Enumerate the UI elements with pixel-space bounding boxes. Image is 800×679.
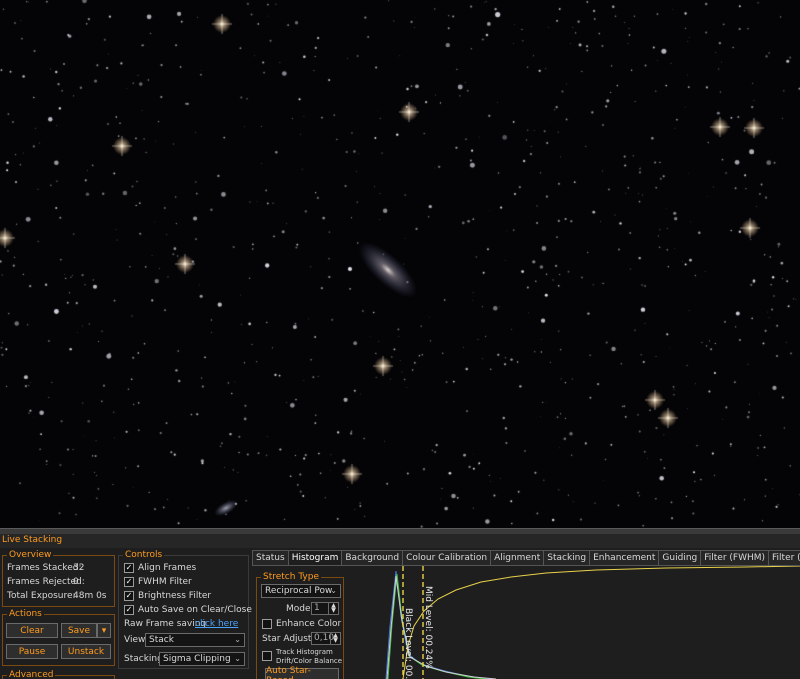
- enhance-color-label: Enhance Color: [276, 619, 342, 629]
- track-histogram-line2: Drift/Color Balance: [276, 657, 343, 665]
- tab-background[interactable]: Background: [341, 550, 404, 565]
- view-label: View: [124, 635, 146, 645]
- enhance-color-checkbox[interactable]: [262, 619, 272, 629]
- advanced-title[interactable]: Advanced: [7, 669, 56, 679]
- clear-button[interactable]: Clear: [6, 623, 58, 638]
- star-adjust-stepper[interactable]: 0,10 ▲ ▼: [311, 632, 341, 645]
- frames-stacked-label: Frames Stacked:: [7, 563, 82, 573]
- tab-histogram[interactable]: Histogram: [287, 550, 343, 566]
- stacked-image-view[interactable]: [0, 0, 800, 528]
- track-histogram-label: Track Histogram Drift/Color Balance: [276, 648, 342, 666]
- chevron-down-icon: ▾: [101, 625, 107, 636]
- stretch-type-value: Reciprocal Pow: [265, 586, 333, 596]
- tab-status[interactable]: Status: [252, 550, 289, 565]
- frames-rejected-value: 0: [73, 577, 79, 587]
- actions-title: Actions: [7, 608, 44, 620]
- auto-save-label: Auto Save on Clear/Close: [138, 605, 252, 615]
- mode-stepper[interactable]: 1 ▲ ▼: [311, 602, 339, 615]
- track-histogram-checkbox[interactable]: [262, 651, 272, 661]
- align-frames-checkbox[interactable]: ✓: [124, 563, 134, 573]
- tab-enhancement[interactable]: Enhancement: [589, 550, 660, 565]
- panel-title: Live Stacking: [2, 535, 63, 545]
- fwhm-filter-label: FWHM Filter: [138, 577, 192, 587]
- tab-strip: Status Histogram Background Colour Calibrat…: [252, 550, 800, 566]
- live-stacking-panel: Live Stacking Overview Frames Stacked: 3…: [0, 534, 800, 679]
- black-level-label: Black Level: 00.10: [403, 608, 413, 679]
- histogram-blue-curve: [385, 570, 492, 679]
- overview-title: Overview: [7, 549, 54, 561]
- stretch-type-group: Stretch Type Reciprocal Pow ⌄ Mode 1 ▲ ▼ …: [256, 571, 344, 679]
- save-dropdown-button[interactable]: ▾: [97, 623, 111, 638]
- brightness-filter-label: Brightness Filter: [138, 591, 212, 601]
- brightness-filter-checkbox[interactable]: ✓: [124, 591, 134, 601]
- panel-titlebar: Live Stacking: [0, 534, 800, 548]
- controls-title: Controls: [123, 549, 165, 561]
- total-exposure-label: Total Exposure:: [7, 591, 76, 601]
- auto-star-based-button[interactable]: Auto Star-Based: [265, 666, 339, 679]
- tab-alignment[interactable]: Alignment: [490, 550, 545, 565]
- histogram-plot[interactable]: Black Level: 00.10 Mid Level: 00.24%: [346, 566, 800, 679]
- frames-stacked-value: 32: [73, 563, 85, 573]
- stretch-type-select[interactable]: Reciprocal Pow ⌄: [261, 584, 341, 598]
- unstack-button[interactable]: Unstack: [61, 644, 111, 659]
- controls-group: Controls ✓ Align Frames ✓ FWHM Filter ✓ …: [118, 549, 252, 669]
- view-select-value: Stack: [149, 635, 174, 645]
- track-histogram-line1: Track Histogram: [276, 648, 333, 656]
- tab-stacking[interactable]: Stacking: [543, 550, 591, 565]
- stacking-select[interactable]: Sigma Clipping ⌄: [159, 652, 245, 666]
- stacking-select-value: Sigma Clipping: [163, 654, 231, 664]
- raw-frame-link[interactable]: click here: [195, 618, 238, 630]
- actions-group: Actions Clear Save ▾ Pause Unstack: [2, 608, 115, 666]
- tab-filter-fwhm[interactable]: Filter (FWHM): [700, 550, 770, 565]
- mode-value: 1: [314, 603, 320, 613]
- raw-frame-label: Raw Frame saving: [124, 619, 207, 629]
- align-frames-label: Align Frames: [138, 563, 197, 573]
- auto-save-checkbox[interactable]: ✓: [124, 605, 134, 615]
- star-adjust-label: Star Adjust: [262, 634, 312, 644]
- chevron-down-icon: ⌄: [234, 635, 241, 644]
- total-exposure-value: 48m 0s: [73, 591, 107, 601]
- advanced-group: Advanced: [2, 669, 115, 679]
- stacking-label: Stacking: [124, 654, 163, 664]
- pause-button[interactable]: Pause: [6, 644, 58, 659]
- chevron-down-icon: ⌄: [330, 586, 337, 595]
- overview-group: Overview Frames Stacked: 32 Frames Rejec…: [2, 549, 115, 607]
- tab-guiding[interactable]: Guiding: [658, 550, 702, 565]
- mode-label: Mode: [286, 604, 311, 614]
- stepper-arrows-icon[interactable]: ▲ ▼: [328, 603, 338, 614]
- stretch-curve: [402, 566, 800, 679]
- mid-level-label: Mid Level: 00.24%: [423, 586, 433, 669]
- fwhm-filter-checkbox[interactable]: ✓: [124, 577, 134, 587]
- stretch-type-title: Stretch Type: [261, 571, 321, 583]
- tab-filter-brightness[interactable]: Filter (Brightness): [768, 550, 800, 565]
- save-button[interactable]: Save: [61, 623, 97, 638]
- view-select[interactable]: Stack ⌄: [145, 633, 245, 647]
- tab-colour-calibration[interactable]: Colour Calibration: [402, 550, 492, 565]
- stepper-arrows-icon[interactable]: ▲ ▼: [330, 633, 340, 644]
- chevron-down-icon: ⌄: [234, 654, 241, 663]
